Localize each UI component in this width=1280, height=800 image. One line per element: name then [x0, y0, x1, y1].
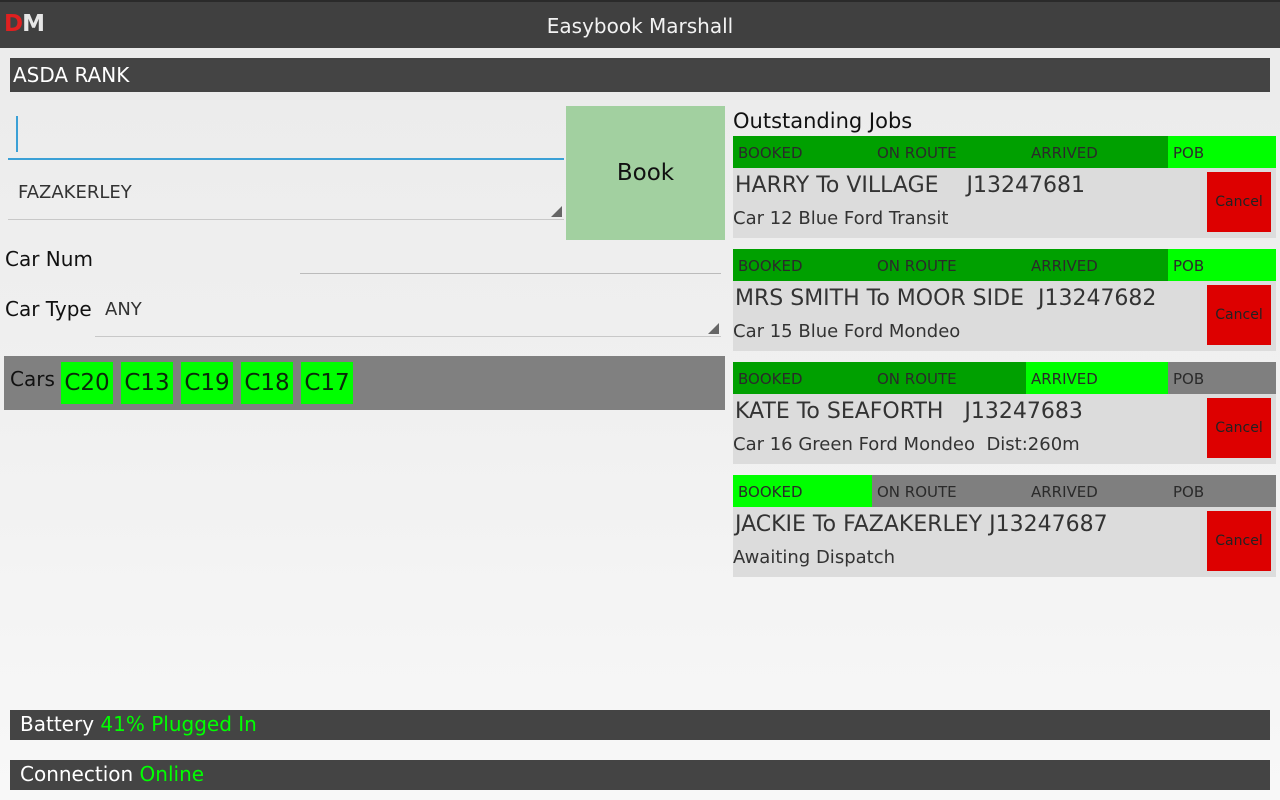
status-pob: POB	[1168, 362, 1276, 394]
job-title: KATE To SEAFORTH J13247683	[735, 399, 1083, 424]
status-arrived: ARRIVED	[1026, 249, 1168, 281]
job-title: MRS SMITH To MOOR SIDE J13247682	[735, 286, 1157, 311]
car-chip[interactable]: C18	[241, 362, 293, 404]
job-card: BOOKED ON ROUTE ARRIVED POB MRS SMITH To…	[733, 249, 1276, 351]
status-pob: POB	[1168, 475, 1276, 507]
status-on-route: ON ROUTE	[872, 475, 1026, 507]
car-chip[interactable]: C17	[301, 362, 353, 404]
status-booked: BOOKED	[733, 136, 872, 168]
battery-value: 41% Plugged In	[100, 712, 257, 736]
cars-panel: Cars C20 C13 C19 C18 C17	[4, 356, 725, 410]
job-card: BOOKED ON ROUTE ARRIVED POB KATE To SEAF…	[733, 362, 1276, 464]
job-status-bar: BOOKED ON ROUTE ARRIVED POB	[733, 136, 1276, 168]
status-booked: BOOKED	[733, 249, 872, 281]
cancel-job-button[interactable]: Cancel	[1207, 172, 1271, 232]
destination-input-wrapper[interactable]	[8, 108, 564, 160]
job-dispatch-status: Awaiting Dispatch	[733, 547, 896, 568]
car-chip[interactable]: C20	[61, 362, 113, 404]
job-title: JACKIE To FAZAKERLEY J13247687	[735, 512, 1108, 537]
status-arrived: ARRIVED	[1026, 475, 1168, 507]
cars-label: Cars	[10, 367, 55, 391]
status-on-route: ON ROUTE	[872, 362, 1026, 394]
job-title: HARRY To VILLAGE J13247681	[735, 173, 1085, 198]
connection-label: Connection	[20, 762, 134, 786]
dropdown-arrow-icon	[708, 323, 719, 334]
status-pob: POB	[1168, 136, 1276, 168]
outstanding-jobs-title: Outstanding Jobs	[733, 109, 913, 133]
app-title: Easybook Marshall	[546, 14, 734, 38]
pickup-selected-value: FAZAKERLEY	[18, 182, 132, 203]
cancel-job-button[interactable]: Cancel	[1207, 511, 1271, 571]
status-on-route: ON ROUTE	[872, 136, 1026, 168]
dropdown-arrow-icon	[551, 206, 562, 217]
status-pob: POB	[1168, 249, 1276, 281]
status-arrived: ARRIVED	[1026, 136, 1168, 168]
title-bar: DM Easybook Marshall	[0, 0, 1280, 48]
cancel-job-button[interactable]: Cancel	[1207, 285, 1271, 345]
status-arrived: ARRIVED	[1026, 362, 1168, 394]
status-on-route: ON ROUTE	[872, 249, 1026, 281]
job-card: BOOKED ON ROUTE ARRIVED POB JACKIE To FA…	[733, 475, 1276, 577]
battery-label: Battery	[20, 712, 95, 736]
connection-status-bar: Connection Online	[10, 760, 1270, 790]
car-type-selected-value: ANY	[105, 299, 142, 320]
job-vehicle-info: Car 12 Blue Ford Transit	[733, 208, 949, 229]
destination-input[interactable]	[8, 108, 564, 160]
car-type-label: Car Type	[5, 297, 92, 321]
rank-header: ASDA RANK	[10, 58, 1270, 92]
job-status-bar: BOOKED ON ROUTE ARRIVED POB	[733, 249, 1276, 281]
job-vehicle-info: Car 16 Green Ford Mondeo Dist:260m	[733, 434, 1080, 455]
status-booked: BOOKED	[733, 362, 872, 394]
pickup-dropdown[interactable]: FAZAKERLEY	[8, 170, 564, 220]
car-chip[interactable]: C19	[181, 362, 233, 404]
car-chip[interactable]: C13	[121, 362, 173, 404]
car-num-label: Car Num	[5, 247, 93, 271]
job-vehicle-info: Car 15 Blue Ford Mondeo	[733, 321, 961, 342]
job-status-bar: BOOKED ON ROUTE ARRIVED POB	[733, 362, 1276, 394]
job-card: BOOKED ON ROUTE ARRIVED POB HARRY To VIL…	[733, 136, 1276, 238]
car-type-dropdown[interactable]: ANY	[95, 290, 721, 337]
status-booked: BOOKED	[733, 475, 872, 507]
battery-status-bar: Battery 41% Plugged In	[10, 710, 1270, 740]
car-num-input[interactable]	[300, 248, 721, 274]
book-button[interactable]: Book	[566, 106, 725, 240]
job-status-bar: BOOKED ON ROUTE ARRIVED POB	[733, 475, 1276, 507]
cancel-job-button[interactable]: Cancel	[1207, 398, 1271, 458]
text-cursor	[16, 116, 18, 152]
connection-value: Online	[139, 762, 205, 786]
